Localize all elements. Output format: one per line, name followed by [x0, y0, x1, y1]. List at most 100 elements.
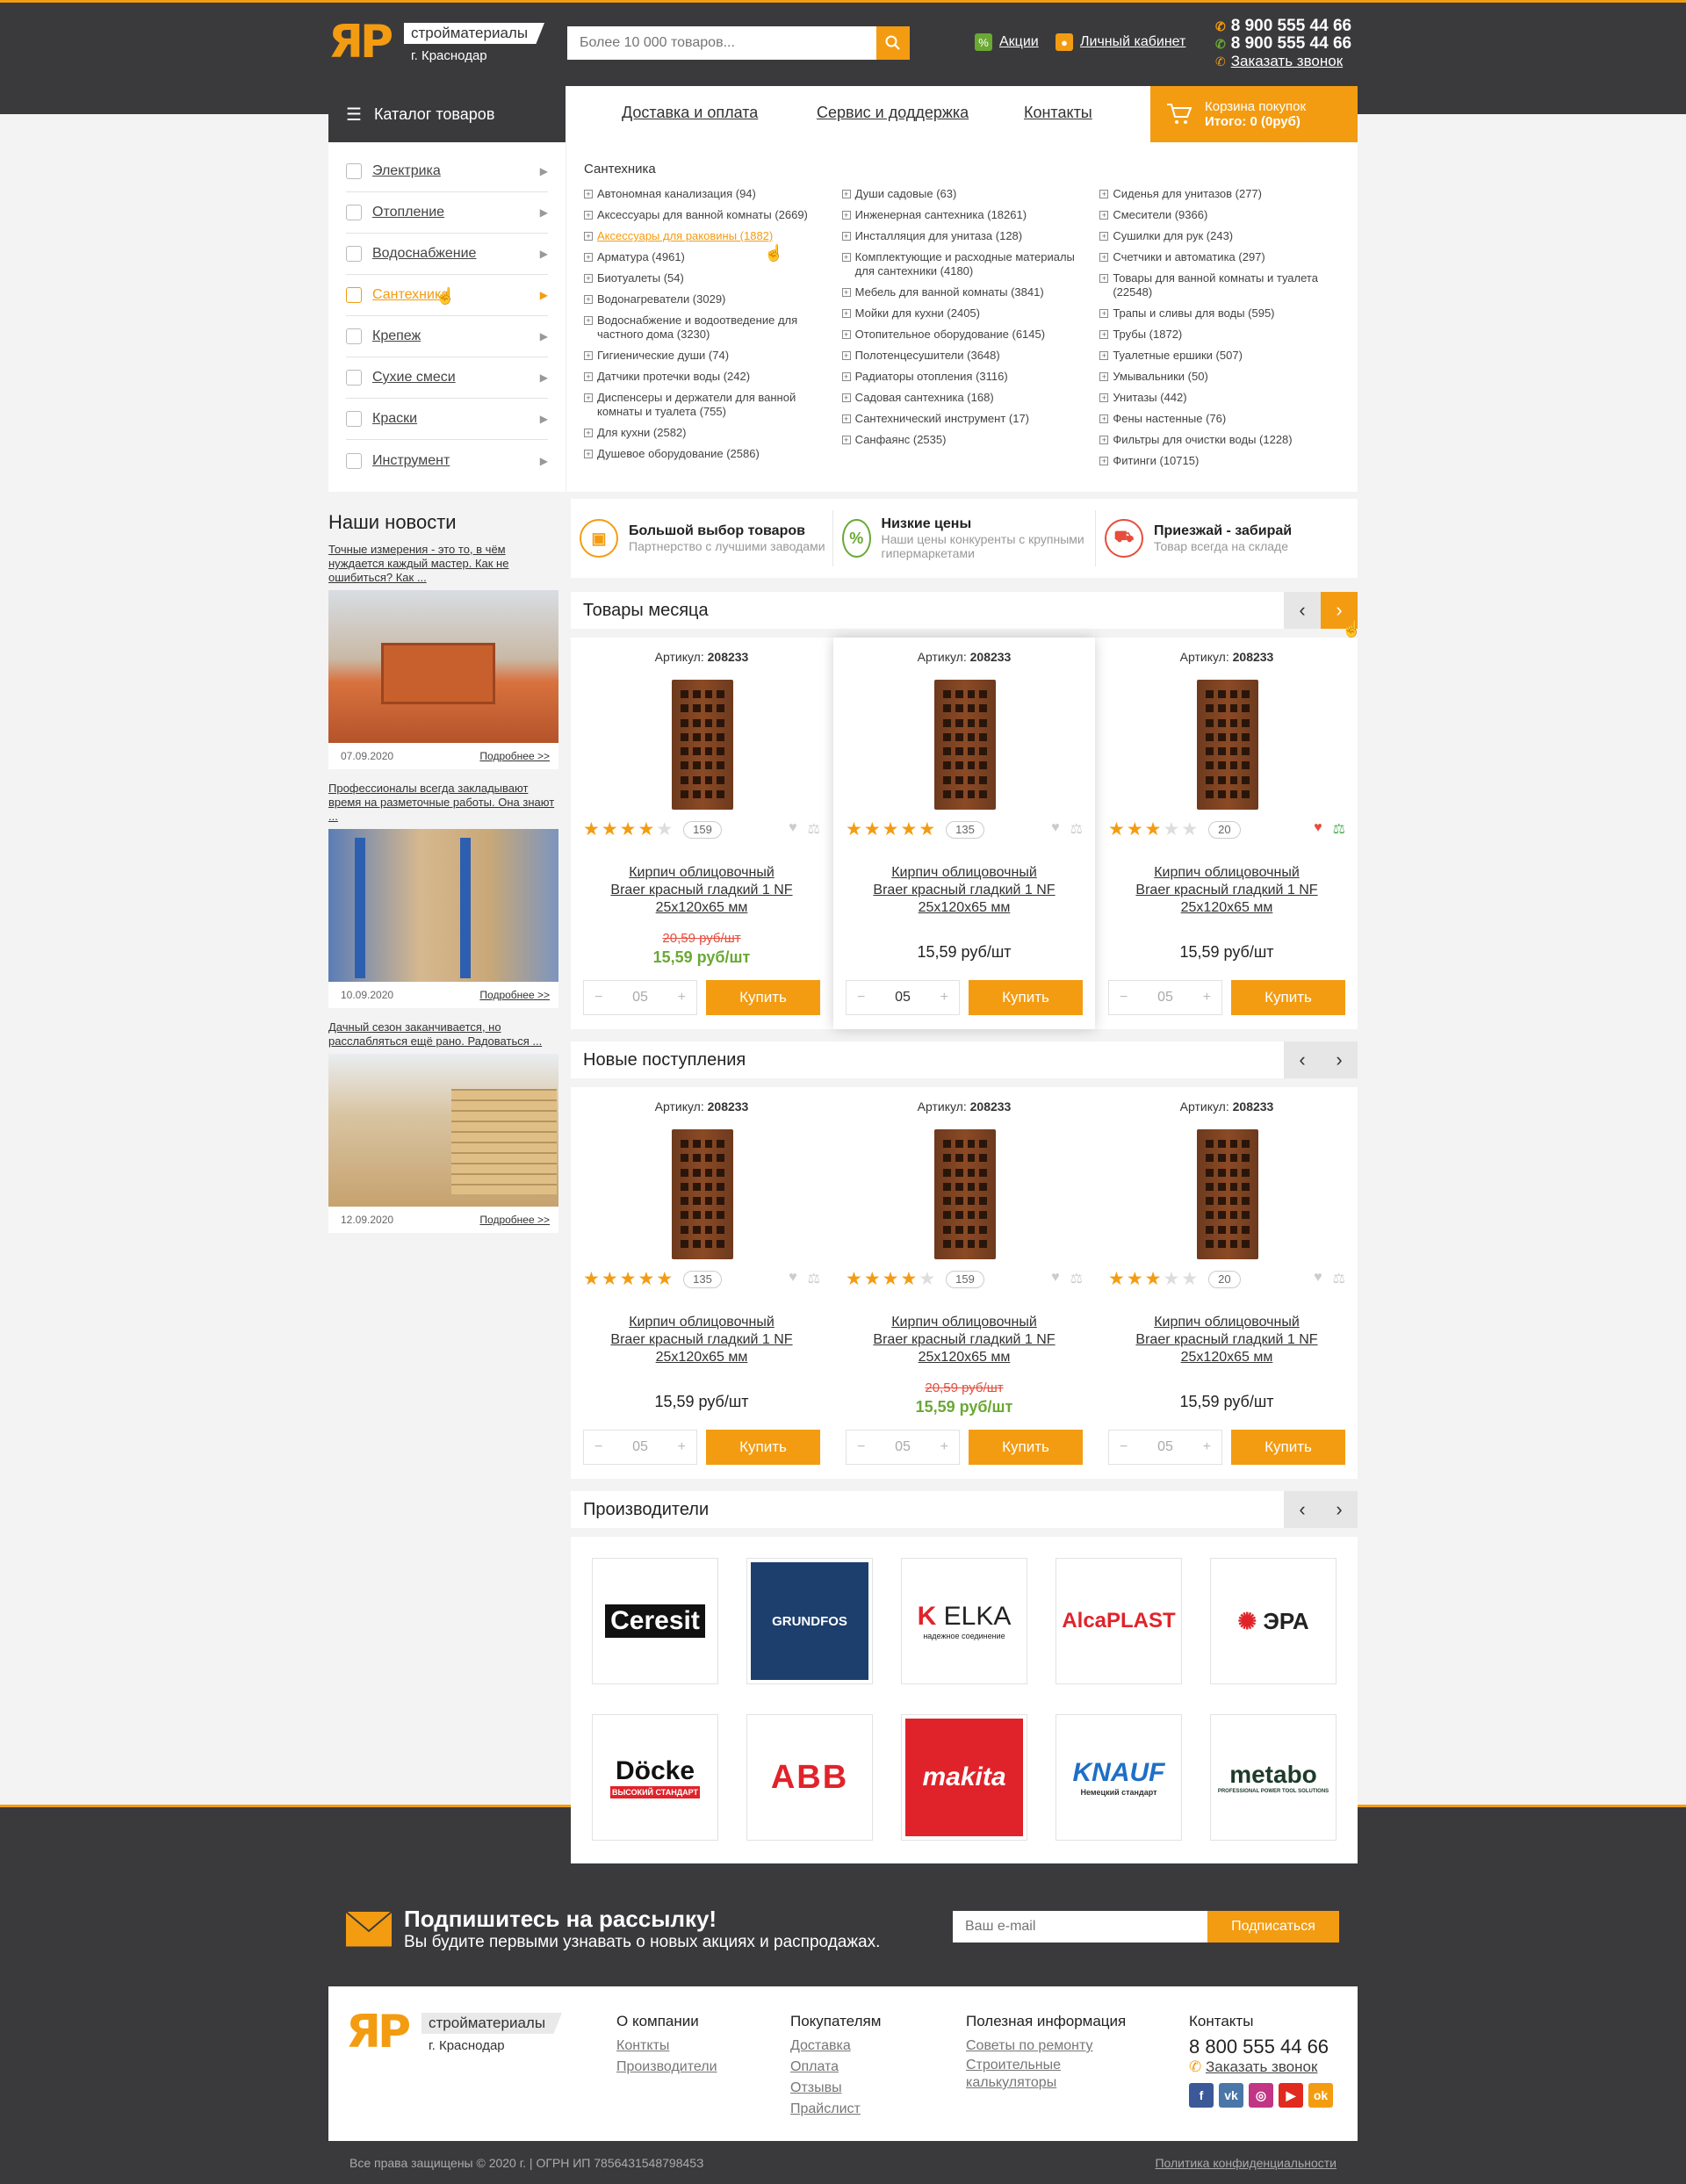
buy-button[interactable]: Купить	[1231, 1430, 1345, 1465]
footer-link[interactable]: Отзывы	[790, 2078, 881, 2099]
submenu-item[interactable]: + Фитинги (10715)	[1099, 454, 1340, 468]
submenu-item[interactable]: + Товары для ванной комнаты и туалета (22…	[1099, 271, 1340, 299]
submenu-item[interactable]: + Водоснабжение и водоотведение для частн…	[584, 314, 825, 342]
news-caption[interactable]: Точные измерения - это то, в чём нуждает…	[328, 543, 558, 590]
news-card[interactable]: Точные измерения - это то, в чём нуждает…	[328, 543, 558, 769]
phone-row-1[interactable]: ✆ 8 900 555 44 66	[1215, 18, 1351, 35]
submenu-item[interactable]: + Аксессуары для раковины (1882)	[584, 229, 825, 243]
submenu-item[interactable]: + Мебель для ванной комнаты (3841)	[841, 285, 1083, 299]
quantity-value[interactable]: 05	[1157, 1439, 1173, 1455]
plus-icon[interactable]: +	[1203, 990, 1211, 1006]
facebook-icon[interactable]: f	[1189, 2083, 1214, 2108]
product-card[interactable]: Артикул: 208233 ★ ★ ★ ★ ★ 20 ♥ ⚖ Кирпич облицовоч…	[1096, 1087, 1358, 1479]
catalog-button[interactable]: ☰ Каталог товаров	[328, 86, 566, 142]
product-image[interactable]	[1197, 1129, 1258, 1259]
submenu-item[interactable]: + Трапы и сливы для воды (595)	[1099, 306, 1340, 321]
submenu-item[interactable]: + Фены настенные (76)	[1099, 412, 1340, 426]
product-rating[interactable]: ★ ★ ★ ★ ★ 159	[846, 1270, 984, 1288]
quantity-stepper[interactable]: − 05 +	[1108, 1430, 1222, 1465]
sidebar-item-paints[interactable]: Краски ▶	[346, 399, 548, 440]
product-image[interactable]	[672, 680, 733, 810]
quantity-stepper[interactable]: − 05 +	[583, 980, 697, 1015]
quantity-stepper[interactable]: − 05 +	[583, 1430, 697, 1465]
instagram-icon[interactable]: ◎	[1249, 2083, 1273, 2108]
submenu-item[interactable]: + Умывальники (50)	[1099, 370, 1340, 384]
submenu-item[interactable]: + Унитазы (442)	[1099, 391, 1340, 405]
submenu-item[interactable]: + Радиаторы отопления (3116)	[841, 370, 1083, 384]
product-rating[interactable]: ★ ★ ★ ★ ★ 135	[846, 820, 984, 839]
carousel-next-button[interactable]: ›	[1321, 1491, 1358, 1528]
product-card[interactable]: Артикул: 208233 ★ ★ ★ ★ ★ 20 ♥ ⚖ Кирпич облицовоч…	[1096, 638, 1358, 1029]
carousel-prev-button[interactable]: ‹	[1284, 1491, 1321, 1528]
callback-link[interactable]: ✆ Заказать звонок	[1215, 53, 1351, 70]
quantity-value[interactable]: 05	[632, 990, 648, 1006]
footer-link[interactable]: Советы по ремонту	[966, 2036, 1142, 2057]
footer-link[interactable]: Доставка	[790, 2036, 881, 2057]
cabinet-link[interactable]: ● Личный кабинет	[1056, 33, 1185, 51]
buy-button[interactable]: Купить	[706, 1430, 820, 1465]
footer-link[interactable]: Производители	[616, 2057, 717, 2078]
product-image[interactable]	[1197, 680, 1258, 810]
product-card[interactable]: Артикул: 208233 ★ ★ ★ ★ ★ 159 ♥ ⚖ Кирпич облицово…	[833, 1087, 1095, 1479]
product-name[interactable]: Кирпич облицовочный Braer красный гладкий…	[571, 864, 832, 917]
brand-elka[interactable]: K ELKA надежное соединение	[901, 1558, 1027, 1684]
product-name[interactable]: Кирпич облицовочный Braer красный гладкий…	[1096, 1314, 1358, 1366]
news-image[interactable]	[328, 829, 558, 982]
submenu-item[interactable]: + Диспенсеры и держатели для ванной комна…	[584, 391, 825, 419]
quantity-stepper[interactable]: − 05 +	[846, 980, 960, 1015]
submenu-item[interactable]: + Души садовые (63)	[841, 187, 1083, 201]
sidebar-item-fasteners[interactable]: Крепеж ▶	[346, 316, 548, 357]
submenu-item[interactable]: + Садовая сантехника (168)	[841, 391, 1083, 405]
promo-link[interactable]: % Акции	[975, 33, 1039, 51]
submenu-item[interactable]: + Фильтры для очистки воды (1228)	[1099, 433, 1340, 447]
plus-icon[interactable]: +	[678, 1439, 686, 1455]
heart-icon[interactable]: ♥	[1314, 820, 1322, 838]
submenu-item[interactable]: + Сантехнический инструмент (17)	[841, 412, 1083, 426]
brand-abb[interactable]: ABB	[746, 1714, 873, 1841]
cart-button[interactable]: Корзина покупок Итого: 0 (0руб)	[1150, 86, 1358, 142]
product-image[interactable]	[672, 1129, 733, 1259]
product-rating[interactable]: ★ ★ ★ ★ ★ 159	[583, 820, 722, 839]
compare-icon[interactable]: ⚖	[1333, 1270, 1345, 1287]
footer-link[interactable]: Конткты	[616, 2036, 717, 2057]
submenu-item[interactable]: + Трубы (1872)	[1099, 328, 1340, 342]
submenu-item[interactable]: + Автономная канализация (94)	[584, 187, 825, 201]
sidebar-item-heating[interactable]: Отопление ▶	[346, 192, 548, 234]
product-rating[interactable]: ★ ★ ★ ★ ★ 20	[1108, 820, 1241, 839]
quantity-value[interactable]: 05	[1157, 990, 1173, 1006]
product-image[interactable]	[934, 680, 996, 810]
submenu-item[interactable]: + Биотуалеты (54)	[584, 271, 825, 285]
quantity-stepper[interactable]: − 05 +	[1108, 980, 1222, 1015]
news-card[interactable]: Профессионалы всегда закладывают время н…	[328, 782, 558, 1008]
submenu-item[interactable]: + Душевое оборудование (2586)	[584, 447, 825, 461]
submenu-item[interactable]: + Для кухни (2582)	[584, 426, 825, 440]
submenu-item[interactable]: + Датчики протечки воды (242)	[584, 370, 825, 384]
submenu-item[interactable]: + Отопительное оборудование (6145)	[841, 328, 1083, 342]
submenu-item[interactable]: + Сиденья для унитазов (277)	[1099, 187, 1340, 201]
submenu-item[interactable]: + Арматура (4961)	[584, 250, 825, 264]
sidebar-item-electrics[interactable]: Электрика ▶	[346, 151, 548, 192]
news-card[interactable]: Дачный сезон заканчивается, но расслабля…	[328, 1020, 558, 1233]
subscribe-button[interactable]: Подписаться	[1207, 1911, 1339, 1943]
submenu-item[interactable]: + Комплектующие и расходные материалы для…	[841, 250, 1083, 278]
compare-icon[interactable]: ⚖	[808, 1270, 820, 1287]
footer-link[interactable]: Прайслист	[790, 2099, 881, 2120]
email-field[interactable]	[953, 1911, 1207, 1943]
nav-service[interactable]: Сервис и доддержка	[817, 104, 969, 122]
brand-ceresit[interactable]: Ceresit	[592, 1558, 718, 1684]
carousel-prev-button[interactable]: ‹	[1284, 1042, 1321, 1078]
submenu-item[interactable]: + Водонагреватели (3029)	[584, 292, 825, 306]
submenu-item[interactable]: + Полотенцесушители (3648)	[841, 349, 1083, 363]
news-caption[interactable]: Дачный сезон заканчивается, но расслабля…	[328, 1020, 558, 1054]
news-more-link[interactable]: Подробнее >>	[479, 750, 550, 762]
news-image[interactable]	[328, 590, 558, 743]
product-name[interactable]: Кирпич облицовочный Braer красный гладкий…	[833, 864, 1095, 917]
carousel-next-button[interactable]: ›	[1321, 1042, 1358, 1078]
submenu-item[interactable]: + Гигиенические души (74)	[584, 349, 825, 363]
brand-era[interactable]: ✺ ЭРА	[1210, 1558, 1337, 1684]
minus-icon[interactable]: −	[1120, 1439, 1128, 1455]
plus-icon[interactable]: +	[1203, 1439, 1211, 1455]
heart-icon[interactable]: ♥	[1051, 1270, 1060, 1287]
phone-row-2[interactable]: ✆ 8 900 555 44 66	[1215, 35, 1351, 53]
buy-button[interactable]: Купить	[1231, 980, 1345, 1015]
